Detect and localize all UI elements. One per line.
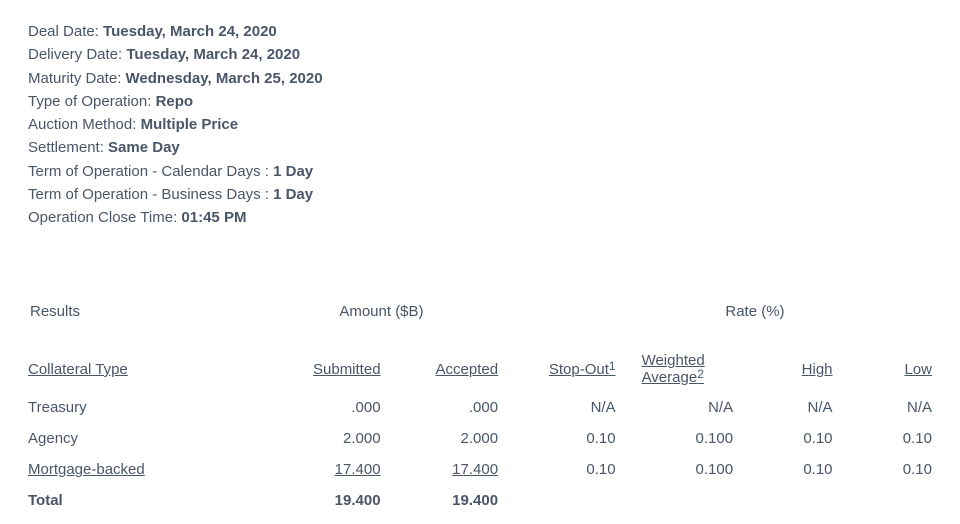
term-business-label: Term of Operation - Business Days : <box>28 186 273 203</box>
close-time-value: 01:45 PM <box>181 209 246 226</box>
close-time-label: Operation Close Time: <box>28 209 181 226</box>
col-accepted: Accepted <box>381 346 499 392</box>
maturity-date-row: Maturity Date: Wednesday, March 25, 2020 <box>28 67 932 90</box>
settlement-value: Same Day <box>108 139 180 156</box>
section-headers: Results Amount ($B) Rate (%) <box>28 301 932 322</box>
results-heading: Results <box>30 303 263 320</box>
col-low: Low <box>833 346 932 392</box>
cell-weighted-avg: 0.100 <box>616 454 734 485</box>
term-calendar-label: Term of Operation - Calendar Days : <box>28 163 273 180</box>
column-headers: Collateral Type Submitted Accepted Stop-… <box>28 346 932 392</box>
col-collateral-type: Collateral Type <box>28 346 263 392</box>
col-weighted-avg: Weighted Average2 <box>616 346 734 392</box>
term-business-value: 1 Day <box>273 186 313 203</box>
settlement-label: Settlement: <box>28 139 108 156</box>
delivery-date-row: Delivery Date: Tuesday, March 24, 2020 <box>28 43 932 66</box>
cell-collateral-type: Mortgage-backed <box>28 454 263 485</box>
stop-out-text: Stop-Out <box>549 361 609 378</box>
cell-weighted-avg: N/A <box>616 392 734 423</box>
cell-accepted: .000 <box>381 392 499 423</box>
total-row: Total19.40019.400 <box>28 485 932 516</box>
settlement-row: Settlement: Same Day <box>28 136 932 159</box>
table-row: Agency2.0002.0000.100.1000.100.10 <box>28 423 932 454</box>
deal-date-row: Deal Date: Tuesday, March 24, 2020 <box>28 20 932 43</box>
cell-submitted: 17.400 <box>263 454 381 485</box>
auction-method-value: Multiple Price <box>141 116 239 133</box>
term-calendar-row: Term of Operation - Calendar Days : 1 Da… <box>28 160 932 183</box>
col-submitted: Submitted <box>263 346 381 392</box>
deal-date-value: Tuesday, March 24, 2020 <box>103 23 277 40</box>
rate-heading: Rate (%) <box>500 303 930 320</box>
term-business-row: Term of Operation - Business Days : 1 Da… <box>28 183 932 206</box>
col-high: High <box>733 346 832 392</box>
cell-low: 0.10 <box>833 423 932 454</box>
weighted-text-1: Weighted <box>642 352 734 369</box>
cell-collateral-type: Agency <box>28 423 263 454</box>
cell-stop-out: 0.10 <box>498 454 616 485</box>
operation-type-value: Repo <box>156 93 194 110</box>
operation-details: Deal Date: Tuesday, March 24, 2020 Deliv… <box>28 20 932 229</box>
table-row: Treasury.000.000N/AN/AN/AN/A <box>28 392 932 423</box>
col-stop-out: Stop-Out1 <box>498 346 616 392</box>
cell-weighted-avg: 0.100 <box>616 423 734 454</box>
maturity-date-value: Wednesday, March 25, 2020 <box>126 70 323 87</box>
cell-low: N/A <box>833 392 932 423</box>
total-label: Total <box>28 485 263 516</box>
stop-out-footnote: 1 <box>609 359 616 373</box>
delivery-date-label: Delivery Date: <box>28 46 126 63</box>
cell-high: 0.10 <box>733 454 832 485</box>
cell-submitted: .000 <box>263 392 381 423</box>
cell-high: N/A <box>733 392 832 423</box>
auction-method-row: Auction Method: Multiple Price <box>28 113 932 136</box>
weighted-text-2: Average <box>642 369 698 386</box>
delivery-date-value: Tuesday, March 24, 2020 <box>126 46 300 63</box>
cell-high: 0.10 <box>733 423 832 454</box>
table-row: Mortgage-backed17.40017.4000.100.1000.10… <box>28 454 932 485</box>
weighted-footnote: 2 <box>697 367 704 381</box>
results-container: Results Amount ($B) Rate (%) Collateral … <box>28 301 932 516</box>
cell-submitted: 2.000 <box>263 423 381 454</box>
cell-stop-out: 0.10 <box>498 423 616 454</box>
cell-collateral-type: Treasury <box>28 392 263 423</box>
cell-stop-out: N/A <box>498 392 616 423</box>
close-time-row: Operation Close Time: 01:45 PM <box>28 206 932 229</box>
total-accepted: 19.400 <box>381 485 499 516</box>
cell-accepted: 17.400 <box>381 454 499 485</box>
auction-method-label: Auction Method: <box>28 116 141 133</box>
operation-type-row: Type of Operation: Repo <box>28 90 932 113</box>
data-table: Treasury.000.000N/AN/AN/AN/AAgency2.0002… <box>28 392 932 516</box>
deal-date-label: Deal Date: <box>28 23 103 40</box>
term-calendar-value: 1 Day <box>273 163 313 180</box>
cell-accepted: 2.000 <box>381 423 499 454</box>
cell-low: 0.10 <box>833 454 932 485</box>
amount-heading: Amount ($B) <box>265 303 498 320</box>
maturity-date-label: Maturity Date: <box>28 70 126 87</box>
operation-type-label: Type of Operation: <box>28 93 156 110</box>
total-submitted: 19.400 <box>263 485 381 516</box>
